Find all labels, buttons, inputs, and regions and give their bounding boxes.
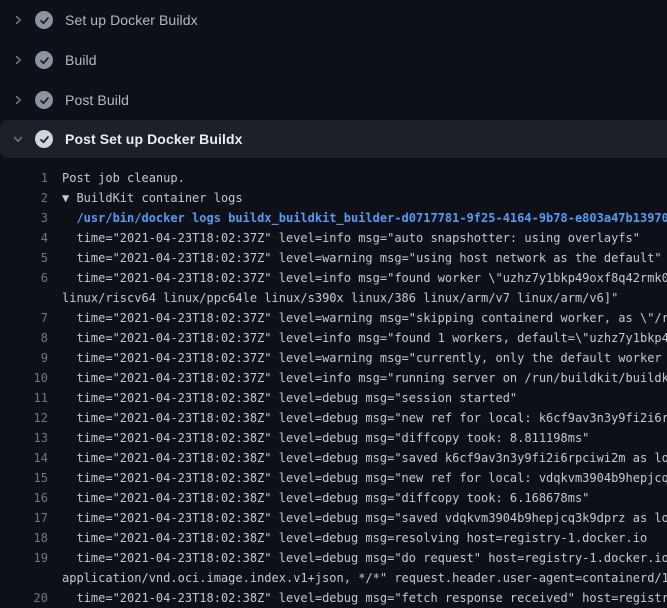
log-line: 7 time="2021-04-23T18:02:37Z" level=warn… (0, 308, 667, 328)
log-line-number[interactable]: 12 (0, 408, 48, 428)
log-line: 3 /usr/bin/docker logs buildx_buildkit_b… (0, 208, 667, 228)
log-line-text: time="2021-04-23T18:02:38Z" level=debug … (62, 588, 667, 608)
log-line-number[interactable]: 5 (0, 248, 48, 268)
log-line-text: ▼ BuildKit container logs (62, 188, 243, 208)
log-line-text: time="2021-04-23T18:02:37Z" level=warnin… (62, 248, 662, 268)
step-title: Post Build (65, 92, 129, 108)
log-line-number[interactable]: 10 (0, 368, 48, 388)
log-line: 20 time="2021-04-23T18:02:38Z" level=deb… (0, 588, 667, 608)
log-line: 9 time="2021-04-23T18:02:37Z" level=warn… (0, 348, 667, 368)
log-line-number[interactable]: 9 (0, 348, 48, 368)
log-line-number[interactable]: 2 (0, 188, 48, 208)
log-line-text: Post job cleanup. (62, 168, 185, 188)
log-line-number[interactable]: 11 (0, 388, 48, 408)
step-row-set-up-docker-buildx[interactable]: Set up Docker Buildx (0, 0, 667, 40)
log-line-text: /usr/bin/docker logs buildx_buildkit_bui… (62, 208, 667, 228)
log-line-number (0, 288, 48, 308)
log-line: 6 time="2021-04-23T18:02:37Z" level=info… (0, 268, 667, 288)
log-line-text: time="2021-04-23T18:02:37Z" level=info m… (62, 368, 667, 388)
log-line-number[interactable]: 8 (0, 328, 48, 348)
log-line-number[interactable]: 19 (0, 548, 48, 568)
log-line-number[interactable]: 17 (0, 508, 48, 528)
log-line-number[interactable]: 6 (0, 268, 48, 288)
check-circle-icon (35, 51, 53, 69)
log-line: 1 Post job cleanup. (0, 168, 667, 188)
log-line-number[interactable]: 18 (0, 528, 48, 548)
chevron-right-icon (12, 14, 24, 26)
step-row-post-build[interactable]: Post Build (0, 80, 667, 120)
log-line: 4 time="2021-04-23T18:02:37Z" level=info… (0, 228, 667, 248)
log-line: 5 time="2021-04-23T18:02:37Z" level=warn… (0, 248, 667, 268)
log-line-text: time="2021-04-23T18:02:38Z" level=debug … (62, 528, 647, 548)
log-line-number[interactable]: 16 (0, 488, 48, 508)
log-line-text: time="2021-04-23T18:02:38Z" level=debug … (62, 428, 589, 448)
log-line: linux/riscv64 linux/ppc64le linux/s390x … (0, 288, 667, 308)
log-line: 12 time="2021-04-23T18:02:38Z" level=deb… (0, 408, 667, 428)
log-line-text: time="2021-04-23T18:02:38Z" level=debug … (62, 508, 667, 528)
log-line-number[interactable]: 20 (0, 588, 48, 608)
log-line-text: time="2021-04-23T18:02:38Z" level=debug … (62, 468, 667, 488)
log-line-number[interactable]: 13 (0, 428, 48, 448)
log-line: 19 time="2021-04-23T18:02:38Z" level=deb… (0, 548, 667, 568)
log-viewer: 1 Post job cleanup. 2 ▼ BuildKit contain… (0, 158, 667, 608)
log-line-number[interactable]: 15 (0, 468, 48, 488)
log-line: 17 time="2021-04-23T18:02:38Z" level=deb… (0, 508, 667, 528)
log-line-text: linux/riscv64 linux/ppc64le linux/s390x … (62, 288, 618, 308)
log-line: 18 time="2021-04-23T18:02:38Z" level=deb… (0, 528, 667, 548)
log-line-number[interactable]: 14 (0, 448, 48, 468)
log-line-number[interactable]: 3 (0, 208, 48, 228)
log-line-number[interactable]: 7 (0, 308, 48, 328)
log-line: 15 time="2021-04-23T18:02:38Z" level=deb… (0, 468, 667, 488)
log-line-text: time="2021-04-23T18:02:37Z" level=warnin… (62, 348, 667, 368)
log-line-number[interactable]: 1 (0, 168, 48, 188)
log-line-text: time="2021-04-23T18:02:37Z" level=info m… (62, 228, 640, 248)
log-line-text: time="2021-04-23T18:02:37Z" level=warnin… (62, 308, 667, 328)
log-line: 10 time="2021-04-23T18:02:37Z" level=inf… (0, 368, 667, 388)
log-line-text: time="2021-04-23T18:02:38Z" level=debug … (62, 488, 589, 508)
log-line: application/vnd.oci.image.index.v1+json,… (0, 568, 667, 588)
log-line-text: time="2021-04-23T18:02:38Z" level=debug … (62, 448, 667, 468)
log-line-number (0, 568, 48, 588)
log-line-text: time="2021-04-23T18:02:37Z" level=info m… (62, 328, 667, 348)
log-line: 13 time="2021-04-23T18:02:38Z" level=deb… (0, 428, 667, 448)
steps-list: Set up Docker Buildx Build Post Build Po… (0, 0, 667, 158)
log-line-text: application/vnd.oci.image.index.v1+json,… (62, 568, 667, 588)
log-line-text: time="2021-04-23T18:02:37Z" level=info m… (62, 268, 667, 288)
step-row-post-set-up-docker-buildx[interactable]: Post Set up Docker Buildx (0, 120, 667, 158)
step-title: Post Set up Docker Buildx (65, 131, 243, 147)
log-line: 11 time="2021-04-23T18:02:38Z" level=deb… (0, 388, 667, 408)
step-row-build[interactable]: Build (0, 40, 667, 80)
step-title: Build (65, 52, 97, 68)
log-line-text: time="2021-04-23T18:02:38Z" level=debug … (62, 388, 517, 408)
chevron-right-icon (12, 54, 24, 66)
chevron-right-icon (12, 94, 24, 106)
log-line: 14 time="2021-04-23T18:02:38Z" level=deb… (0, 448, 667, 468)
log-line-number[interactable]: 4 (0, 228, 48, 248)
log-line: 8 time="2021-04-23T18:02:37Z" level=info… (0, 328, 667, 348)
log-line-text: time="2021-04-23T18:02:38Z" level=debug … (62, 548, 667, 568)
check-circle-icon (35, 11, 53, 29)
log-line: 16 time="2021-04-23T18:02:38Z" level=deb… (0, 488, 667, 508)
step-title: Set up Docker Buildx (65, 12, 198, 28)
check-circle-icon (35, 130, 53, 148)
check-circle-icon (35, 91, 53, 109)
chevron-down-icon (12, 133, 24, 145)
log-line-text: time="2021-04-23T18:02:38Z" level=debug … (62, 408, 667, 428)
log-group-toggle-row[interactable]: 2 ▼ BuildKit container logs (0, 188, 667, 208)
